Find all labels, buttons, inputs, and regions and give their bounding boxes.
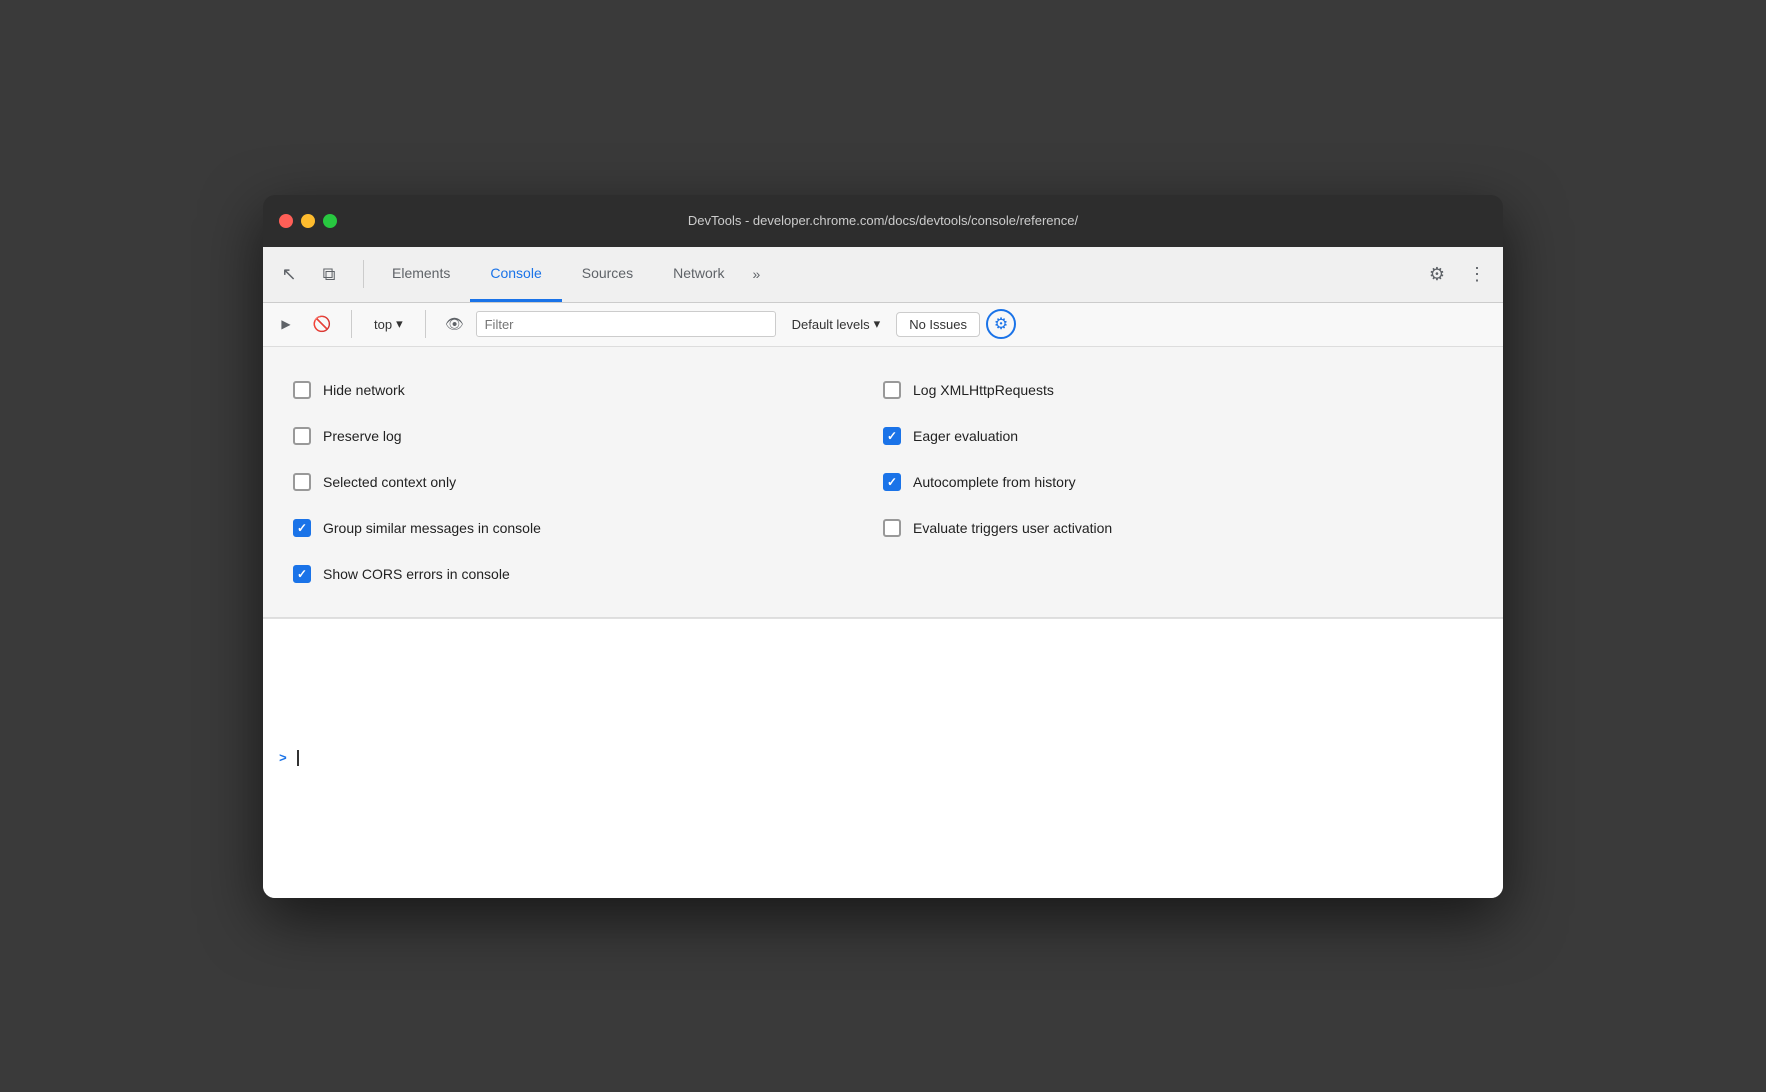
chevron-down-icon: ▾: [396, 316, 403, 332]
console-divider: [351, 310, 352, 338]
group-similar-checkbox[interactable]: [293, 519, 311, 537]
console-settings-button[interactable]: ⚙: [986, 309, 1016, 339]
settings-panel: Hide network Preserve log Selected conte…: [263, 347, 1503, 618]
autocomplete-checkbox[interactable]: [883, 473, 901, 491]
checkbox-group-similar[interactable]: Group similar messages in console: [293, 505, 883, 551]
tab-sources[interactable]: Sources: [562, 247, 653, 302]
selected-context-checkbox[interactable]: [293, 473, 311, 491]
cursor-icon: ↖: [281, 264, 296, 285]
toolbar-divider: [363, 260, 364, 288]
more-options-button[interactable]: ⋮: [1459, 256, 1495, 292]
console-cursor: [297, 750, 299, 766]
vertical-dots-icon: ⋮: [1468, 264, 1486, 285]
console-input-row[interactable]: >: [263, 618, 1503, 898]
log-xml-checkbox[interactable]: [883, 381, 901, 399]
console-content-area: >: [263, 618, 1503, 898]
toolbar-icons: ↖ ⧉: [271, 256, 347, 292]
checkbox-preserve-log[interactable]: Preserve log: [293, 413, 883, 459]
console-toolbar: ▶ 🚫 top ▾ 👁 Default levels ▾ No Issues: [263, 303, 1503, 347]
eye-icon: 👁: [445, 315, 464, 333]
settings-left-column: Hide network Preserve log Selected conte…: [293, 367, 883, 597]
toolbar-right: ⚙ ⋮: [1419, 256, 1495, 292]
preserve-log-checkbox[interactable]: [293, 427, 311, 445]
ban-icon: 🚫: [313, 315, 332, 333]
devtools-window: DevTools - developer.chrome.com/docs/dev…: [263, 195, 1503, 898]
minimize-button[interactable]: [301, 214, 315, 228]
no-issues-button[interactable]: No Issues: [896, 312, 980, 337]
play-sidebar-icon: ▶: [281, 317, 290, 331]
console-divider2: [425, 310, 426, 338]
settings-right-column: Log XMLHttpRequests Eager evaluation Aut…: [883, 367, 1473, 597]
hide-network-checkbox[interactable]: [293, 381, 311, 399]
tab-bar: Elements Console Sources Network »: [372, 247, 1419, 302]
eager-eval-checkbox[interactable]: [883, 427, 901, 445]
checkbox-eager-eval[interactable]: Eager evaluation: [883, 413, 1473, 459]
cursor-icon-button[interactable]: ↖: [271, 256, 307, 292]
chevron-down-icon2: ▾: [874, 316, 881, 332]
tab-elements[interactable]: Elements: [372, 247, 470, 302]
tab-more-button[interactable]: »: [744, 247, 768, 302]
checkbox-selected-context[interactable]: Selected context only: [293, 459, 883, 505]
checkbox-evaluate-triggers[interactable]: Evaluate triggers user activation: [883, 505, 1473, 551]
tab-console[interactable]: Console: [470, 247, 561, 302]
titlebar: DevTools - developer.chrome.com/docs/dev…: [263, 195, 1503, 247]
show-cors-checkbox[interactable]: [293, 565, 311, 583]
checkbox-log-xml[interactable]: Log XMLHttpRequests: [883, 367, 1473, 413]
clear-console-button[interactable]: 🚫: [307, 309, 337, 339]
main-toolbar: ↖ ⧉ Elements Console Sources Network: [263, 247, 1503, 303]
settings-grid: Hide network Preserve log Selected conte…: [293, 367, 1473, 597]
checkbox-show-cors[interactable]: Show CORS errors in console: [293, 551, 883, 597]
context-selector[interactable]: top ▾: [366, 312, 411, 336]
filter-input[interactable]: [476, 311, 776, 337]
devtools-panel: ↖ ⧉ Elements Console Sources Network: [263, 247, 1503, 898]
settings-gear-icon: ⚙: [994, 314, 1008, 334]
tab-network[interactable]: Network: [653, 247, 744, 302]
close-button[interactable]: [279, 214, 293, 228]
console-prompt: >: [279, 751, 287, 766]
play-sidebar-button[interactable]: ▶: [271, 309, 301, 339]
settings-button[interactable]: ⚙: [1419, 256, 1455, 292]
eye-button[interactable]: 👁: [440, 309, 470, 339]
maximize-button[interactable]: [323, 214, 337, 228]
checkbox-hide-network[interactable]: Hide network: [293, 367, 883, 413]
layers-icon: ⧉: [323, 264, 336, 285]
layers-icon-button[interactable]: ⧉: [311, 256, 347, 292]
traffic-lights: [279, 214, 337, 228]
evaluate-triggers-checkbox[interactable]: [883, 519, 901, 537]
levels-dropdown[interactable]: Default levels ▾: [782, 312, 891, 336]
checkbox-autocomplete[interactable]: Autocomplete from history: [883, 459, 1473, 505]
window-title: DevTools - developer.chrome.com/docs/dev…: [688, 213, 1078, 228]
gear-icon: ⚙: [1429, 264, 1445, 285]
